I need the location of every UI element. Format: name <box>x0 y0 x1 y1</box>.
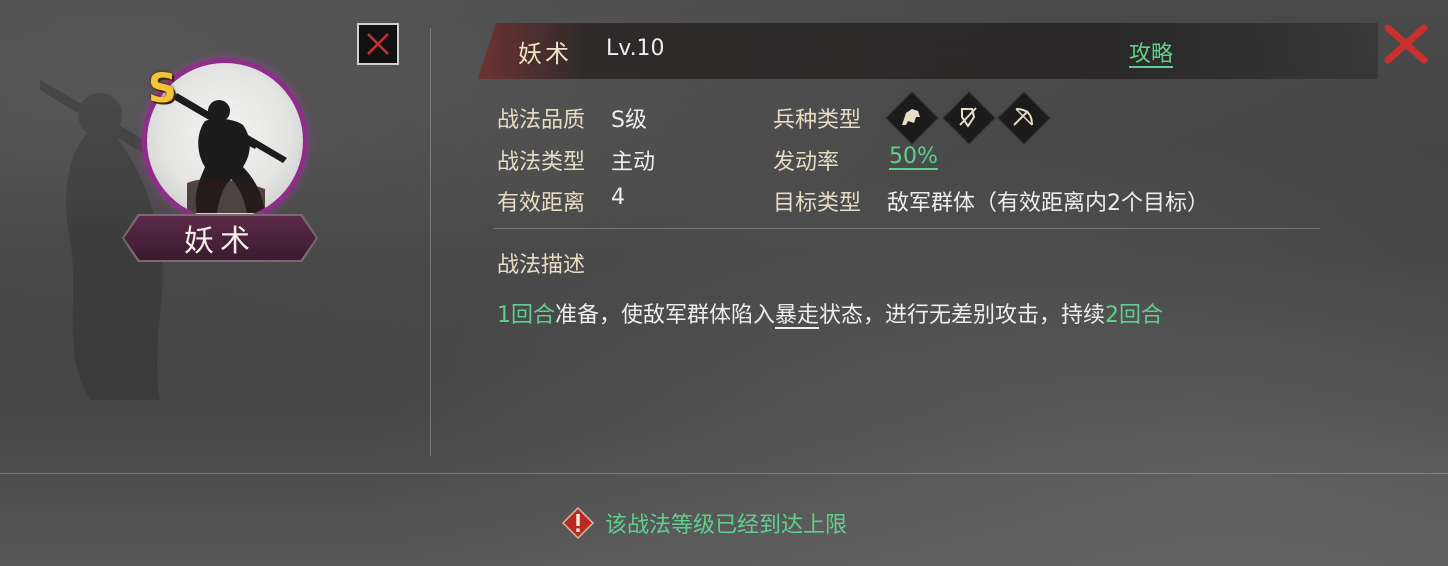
range-label: 有效距离 <box>497 191 586 216</box>
type-value: 主动 <box>611 150 656 175</box>
cavalry-icon[interactable] <box>892 101 930 133</box>
skill-title: 妖术 <box>518 40 572 68</box>
max-level-warning-text: 该战法等级已经到达上限 <box>605 513 848 538</box>
status-keyword-link[interactable]: 暴走 <box>775 303 819 328</box>
description-text: 1回合准备，使敌军群体陷入暴走状态，进行无差别攻击，持续2回合 <box>497 297 1163 329</box>
archer-icon[interactable] <box>1004 101 1042 133</box>
type-label: 战法类型 <box>497 150 586 175</box>
description-part: 准备，使敌军群体陷入 <box>555 303 776 328</box>
section-divider <box>494 228 1320 229</box>
vertical-divider <box>430 28 431 456</box>
prep-turns: 1回合 <box>497 303 555 328</box>
target-type-value: 敌军群体（有效距离内2个目标） <box>887 191 1209 216</box>
shield-icon[interactable] <box>949 101 987 133</box>
range-value: 4 <box>611 185 625 210</box>
skill-name-plate: 妖术 <box>124 216 316 260</box>
max-level-warning: 该战法等级已经到达上限 <box>561 506 847 540</box>
guide-link[interactable]: 攻略 <box>1129 36 1173 68</box>
troop-type-label: 兵种类型 <box>773 108 862 133</box>
trigger-rate-label: 发动率 <box>773 150 840 175</box>
duration-turns: 2回合 <box>1105 303 1164 328</box>
target-type-label: 目标类型 <box>773 191 862 216</box>
skill-portrait: S 妖术 <box>120 58 320 263</box>
close-panel-button[interactable] <box>1384 24 1428 64</box>
description-part: 状态，进行无差别攻击，持续 <box>819 303 1106 328</box>
close-icon <box>1384 24 1428 64</box>
quality-label: 战法品质 <box>497 108 586 133</box>
close-icon <box>367 33 389 55</box>
skill-grade-badge: S <box>148 66 177 112</box>
close-small-button[interactable] <box>357 23 399 65</box>
quality-value: S级 <box>611 108 647 133</box>
description-title: 战法描述 <box>497 253 586 278</box>
skill-level: Lv.10 <box>606 36 665 61</box>
warning-icon <box>561 506 595 540</box>
footer-divider <box>0 473 1448 474</box>
trigger-rate-value[interactable]: 50% <box>889 144 938 169</box>
